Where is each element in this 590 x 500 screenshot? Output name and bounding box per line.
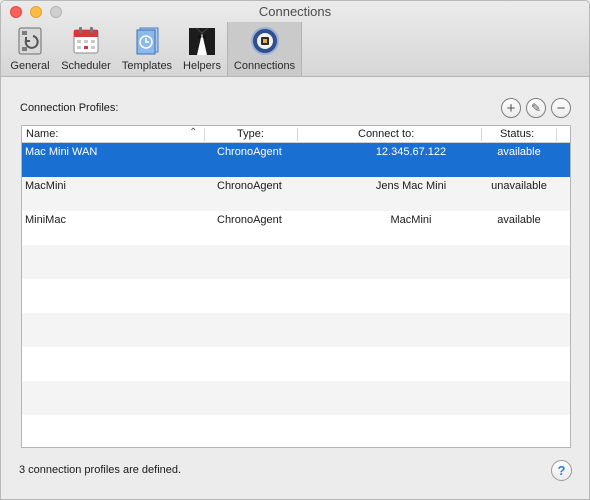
cell-status-text: available [497,214,541,226]
window-title: Connections [258,4,332,19]
column-header-type[interactable]: Type: [237,128,264,140]
cell-status: available [477,214,561,226]
column-header-connect[interactable]: Connect to: [358,128,414,140]
toolbar-connections-label: Connections [233,60,296,72]
column-divider[interactable] [297,128,298,141]
toolbar-scheduler-label: Scheduler [61,60,111,72]
table-row[interactable]: MiniMac ChronoAgent MacMini available [22,211,570,245]
cell-connect: 12.345.67.122 [351,146,471,158]
cell-type: ChronoAgent [217,214,282,226]
profiles-summary: 3 connection profiles are defined. [19,464,182,476]
templates-icon [131,25,163,57]
pencil-icon: ✎ [530,101,542,115]
cell-status: unavailable [477,180,561,192]
connection-profiles-label: Connection Profiles: [20,102,119,114]
table-row[interactable]: Mac Mini WAN ChronoAgent 12.345.67.122 a… [22,143,570,177]
cell-connect: Jens Mac Mini [351,180,471,192]
cell-connect-text: Jens Mac Mini [375,180,447,192]
plus-icon: + [506,99,516,117]
toolbar-templates-label: Templates [121,60,173,72]
sort-ascending-icon: ⌃ [189,127,198,138]
column-divider[interactable] [481,128,482,141]
toolbar-helpers[interactable]: Helpers [179,22,225,76]
calendar-icon [70,25,102,57]
minus-icon: − [556,99,566,117]
empty-row [22,279,570,313]
cell-status-text: available [497,146,541,158]
empty-row [22,313,570,347]
toolbar-general-label: General [10,60,50,72]
question-mark-icon: ? [557,463,566,478]
table-header: Name: ⌃ Type: Connect to: Status: [22,126,570,143]
butler-icon [186,25,218,57]
empty-row [22,381,570,415]
cell-status-text: unavailable [491,180,547,192]
column-divider[interactable] [556,128,557,141]
cell-connect-text: 12.345.67.122 [375,146,447,158]
cell-connect: MacMini [351,214,471,226]
connections-icon [249,25,281,57]
column-header-status[interactable]: Status: [500,128,534,140]
toolbar-connections[interactable]: Connections [227,22,302,76]
help-button[interactable]: ? [551,460,572,481]
empty-row [22,347,570,381]
column-divider[interactable] [204,128,205,141]
empty-row [22,245,570,279]
remove-profile-button[interactable]: − [551,98,571,118]
add-profile-button[interactable]: + [501,98,521,118]
cell-type: ChronoAgent [217,146,282,158]
cell-name: MiniMac [25,214,66,226]
cell-type: ChronoAgent [217,180,282,192]
cell-connect-text: MacMini [390,214,432,226]
toolbar-general[interactable]: General [7,22,53,76]
toolbar-scheduler[interactable]: Scheduler [57,22,115,76]
empty-row [22,415,570,447]
title-bar: Connections General Scheduler Templates … [1,1,589,77]
edit-profile-button[interactable]: ✎ [526,98,546,118]
column-header-name[interactable]: Name: [26,128,58,140]
preferences-window: Connections General Scheduler Templates … [0,0,590,500]
toolbar-helpers-label: Helpers [183,60,221,72]
cell-name: MacMini [25,180,66,192]
table-row[interactable]: MacMini ChronoAgent Jens Mac Mini unavai… [22,177,570,211]
connection-profiles-table[interactable]: Name: ⌃ Type: Connect to: Status: Mac Mi… [21,125,571,448]
cell-name: Mac Mini WAN [25,146,98,158]
cell-status: available [477,146,561,158]
toolbar-templates[interactable]: Templates [119,22,175,76]
general-switch-icon [14,25,46,57]
